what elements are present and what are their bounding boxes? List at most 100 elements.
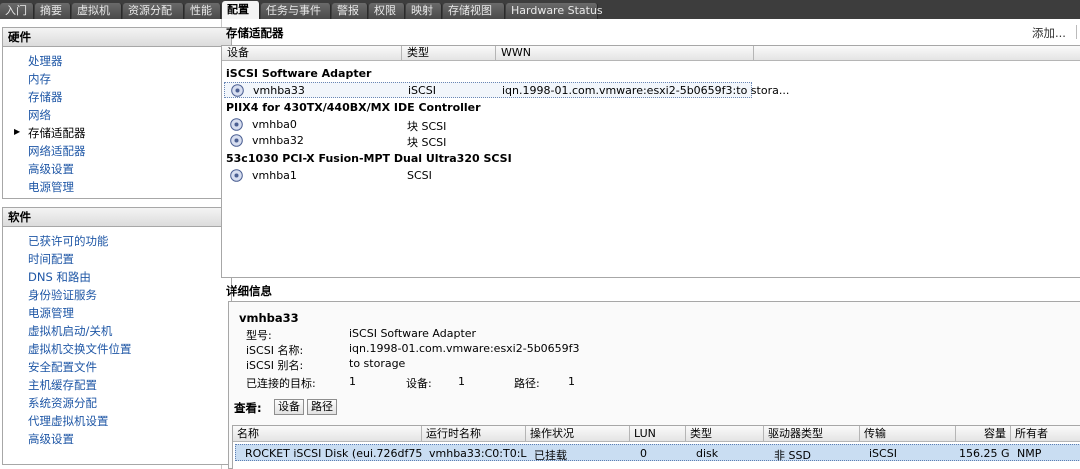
sidebar-item-networking[interactable]: 网络 <box>28 107 51 123</box>
sidebar-item-dns-routing[interactable]: DNS 和路由 <box>28 269 91 285</box>
tab-alarms[interactable]: 警报 <box>332 3 368 19</box>
sidebar-item-sw-advanced-settings[interactable]: 高级设置 <box>28 431 74 447</box>
sidebar-item-security-profile[interactable]: 安全配置文件 <box>28 359 97 375</box>
tab-tasks-events[interactable]: 任务与事件 <box>261 3 331 19</box>
sidebar-item-network-adapters[interactable]: 网络适配器 <box>28 143 86 159</box>
column-header-lun-type[interactable]: 类型 <box>686 426 764 442</box>
software-section: 已获许可的功能 时间配置 DNS 和路由 身份验证服务 电源管理 虚拟机启动/关… <box>2 227 232 465</box>
adapter-device: vmhba32 <box>252 134 304 147</box>
sidebar-item-time-configuration[interactable]: 时间配置 <box>28 251 74 267</box>
sidebar-item-licensed-features[interactable]: 已获许可的功能 <box>28 233 109 249</box>
column-header-runtime-name[interactable]: 运行时名称 <box>422 426 526 442</box>
sidebar-item-processors[interactable]: 处理器 <box>28 53 63 69</box>
devices-label: 设备: <box>406 377 432 390</box>
tab-virtual-machines[interactable]: 虚拟机 <box>72 3 122 19</box>
column-header-device[interactable]: 设备 <box>222 46 402 61</box>
sidebar-item-agent-vm-settings[interactable]: 代理虚拟机设置 <box>28 413 109 429</box>
adapter-group-piix4: PIIX4 for 430TX/440BX/MX IDE Controller <box>226 101 481 114</box>
sidebar-item-authentication-services[interactable]: 身份验证服务 <box>28 287 97 303</box>
devices-value: 1 <box>458 375 465 388</box>
column-header-wwn[interactable]: WWN <box>496 46 754 61</box>
adapter-group-53c1030: 53c1030 PCI-X Fusion-MPT Dual Ultra320 S… <box>226 152 512 165</box>
tab-hardware-status[interactable]: Hardware Status <box>506 3 603 19</box>
software-section-header: 软件 <box>2 207 232 227</box>
adapter-row-vmhba0[interactable]: vmhba0 块 SCSI <box>224 117 752 133</box>
device-drive-type: 非 SSD <box>774 449 811 462</box>
tab-resource-allocation[interactable]: 资源分配 <box>123 3 184 19</box>
details-adapter-name: vmhba33 <box>239 311 299 325</box>
sidebar-item-advanced-settings[interactable]: 高级设置 <box>28 161 74 177</box>
tab-performance[interactable]: 性能 <box>185 3 221 19</box>
column-header-drive-type[interactable]: 驱动器类型 <box>764 426 860 442</box>
add-adapter-link[interactable]: 添加... <box>1032 25 1077 41</box>
column-header-transport[interactable]: 传输 <box>860 426 956 442</box>
adapter-row-vmhba1[interactable]: vmhba1 SCSI <box>224 168 752 184</box>
column-header-filler <box>754 46 1080 61</box>
tab-getting-started[interactable]: 入门 <box>0 3 34 19</box>
hardware-section-header: 硬件 <box>2 27 232 47</box>
column-header-name[interactable]: 名称 <box>233 426 422 442</box>
tab-storage-views[interactable]: 存储视图 <box>443 3 505 19</box>
model-label: 型号: <box>246 329 272 342</box>
column-header-owner[interactable]: 所有者 <box>1011 426 1080 442</box>
tab-configuration[interactable]: 配置 <box>222 1 260 19</box>
connected-targets-value: 1 <box>349 375 356 388</box>
storage-adapter-icon <box>230 118 243 131</box>
adapter-type: 块 SCSI <box>407 136 447 149</box>
sidebar-item-host-cache-configuration[interactable]: 主机缓存配置 <box>28 377 97 393</box>
iscsi-alias-value: to storage <box>349 357 406 370</box>
device-operational-state: 已挂载 <box>534 449 567 462</box>
sidebar-item-storage[interactable]: 存储器 <box>28 89 63 105</box>
column-header-lun[interactable]: LUN <box>630 426 686 442</box>
sidebar-item-vm-startup-shutdown[interactable]: 虚拟机启动/关机 <box>28 323 112 339</box>
iscsi-alias-label: iSCSI 别名: <box>246 359 304 372</box>
view-label: 查看: <box>234 401 262 415</box>
tab-bar: 入门 摘要 虚拟机 资源分配 性能 配置 任务与事件 警报 权限 映射 存储视图… <box>0 0 1080 19</box>
tab-permissions[interactable]: 权限 <box>369 3 405 19</box>
adapter-type: SCSI <box>407 169 432 182</box>
devices-table: 名称 运行时名称 操作状况 LUN 类型 驱动器类型 传输 容量 所有者 ROC… <box>232 425 1080 469</box>
device-runtime-name: vmhba33:C0:T0:L0 <box>429 447 527 460</box>
tab-summary[interactable]: 摘要 <box>35 3 71 19</box>
connected-targets-label: 已连接的目标: <box>246 377 316 390</box>
column-header-capacity[interactable]: 容量 <box>956 426 1011 442</box>
left-panel: 硬件 处理器 内存 存储器 网络 ▶ 存储适配器 网络适配器 高级设置 电源管理… <box>0 19 232 469</box>
sidebar-item-power-management[interactable]: 电源管理 <box>28 179 74 195</box>
storage-adapter-icon <box>230 134 243 147</box>
sidebar-item-storage-adapters[interactable]: 存储适配器 <box>28 125 86 141</box>
sidebar-item-memory[interactable]: 内存 <box>28 71 51 87</box>
adapter-type: 块 SCSI <box>407 120 447 133</box>
view-paths-button[interactable]: 路径 <box>307 399 337 415</box>
adapter-group-iscsi: iSCSI Software Adapter <box>226 67 372 80</box>
device-owner: NMP <box>1017 447 1042 460</box>
column-header-type[interactable]: 类型 <box>402 46 496 61</box>
adapter-device: vmhba33 <box>253 84 305 97</box>
adapter-row-vmhba32[interactable]: vmhba32 块 SCSI <box>224 133 752 149</box>
storage-adapters-title: 存储适配器 <box>226 26 284 40</box>
hardware-section: 处理器 内存 存储器 网络 ▶ 存储适配器 网络适配器 高级设置 电源管理 <box>2 47 232 199</box>
sidebar-item-sw-power-management[interactable]: 电源管理 <box>28 305 74 321</box>
details-title: 详细信息 <box>226 284 272 298</box>
adapter-device: vmhba0 <box>252 118 297 131</box>
device-type: disk <box>696 447 719 460</box>
device-transport: iSCSI <box>869 447 897 460</box>
device-name: ROCKET iSCSI Disk (eui.726df75d6... <box>245 447 423 460</box>
table-row[interactable]: ROCKET iSCSI Disk (eui.726df75d6... vmhb… <box>235 444 1080 462</box>
sidebar-item-system-resource-allocation[interactable]: 系统资源分配 <box>28 395 97 411</box>
adapter-type: iSCSI <box>408 84 436 97</box>
iscsi-name-value: iqn.1998-01.com.vmware:esxi2-5b0659f3 <box>349 342 580 355</box>
adapter-wwn: iqn.1998-01.com.vmware:esxi2-5b0659f3:to… <box>502 84 790 97</box>
adapter-row-vmhba33[interactable]: vmhba33 iSCSI iqn.1998-01.com.vmware:esx… <box>224 82 789 98</box>
iscsi-name-label: iSCSI 名称: <box>246 344 304 357</box>
paths-value: 1 <box>568 375 575 388</box>
storage-adapters-list: 设备 类型 WWN iSCSI Software Adapter vmhba33… <box>221 45 1080 278</box>
view-devices-button[interactable]: 设备 <box>274 399 304 415</box>
device-capacity: 156.25 G <box>959 447 1009 460</box>
sidebar-item-vm-swapfile-location[interactable]: 虚拟机交换文件位置 <box>28 341 132 357</box>
column-header-operational-state[interactable]: 操作状况 <box>526 426 630 442</box>
device-lun: 0 <box>640 447 647 460</box>
storage-adapter-icon <box>230 169 243 182</box>
current-item-bullet-icon: ▶ <box>14 127 21 136</box>
tab-maps[interactable]: 映射 <box>406 3 442 19</box>
storage-adapter-icon <box>231 84 244 97</box>
